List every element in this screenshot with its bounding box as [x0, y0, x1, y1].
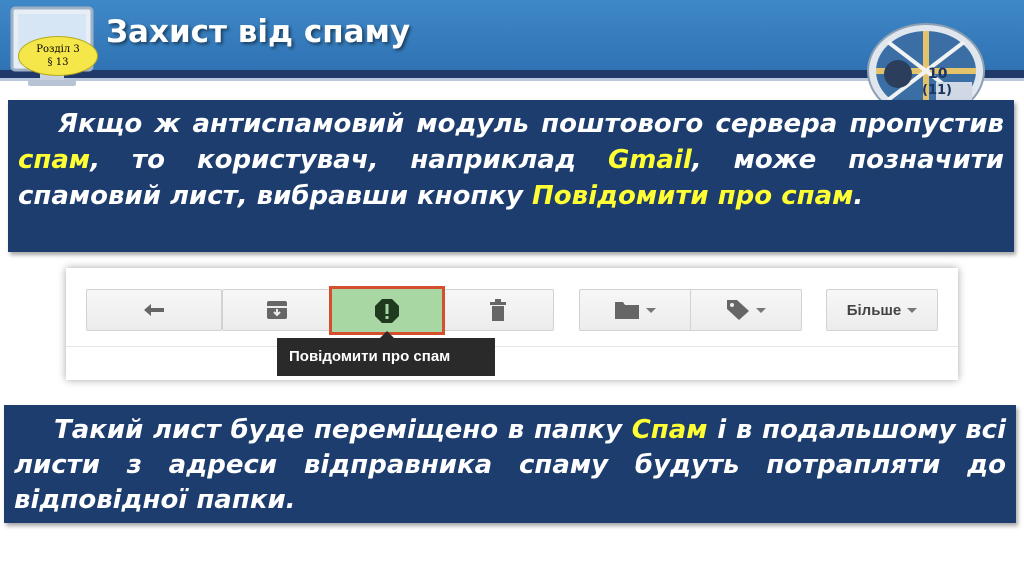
grade-logo-number: 10 [928, 66, 948, 82]
info-panel-bottom: Такий лист буде переміщено в папку Спам … [4, 405, 1016, 523]
more-button-label: Більше [846, 301, 902, 319]
move-to-button[interactable] [579, 289, 691, 331]
reply-arrow-icon [144, 304, 164, 316]
section-badge-paragraph: § 13 [47, 57, 69, 68]
reply-button[interactable] [86, 289, 222, 331]
panel1-text-4: . [853, 181, 864, 211]
section-badge: Розділ 3 § 13 [18, 36, 98, 76]
section-badge-chapter: Розділ 3 [36, 44, 80, 55]
report-spam-icon [375, 298, 399, 323]
more-button[interactable]: Більше [826, 289, 938, 331]
trash-icon [490, 299, 506, 321]
page-title: Захист від спаму [106, 14, 411, 50]
panel1-text-1: Якщо ж антиспамовий модуль поштового сер… [58, 109, 1004, 139]
delete-button[interactable] [442, 289, 554, 331]
archive-icon [267, 301, 287, 319]
toolbar-divider [66, 346, 958, 347]
report-spam-tooltip: Повідомити про спам [277, 338, 495, 376]
panel2-highlight-spam-folder: Спам [631, 415, 708, 445]
report-spam-button[interactable] [329, 286, 445, 335]
chevron-down-icon [907, 307, 918, 313]
panel1-highlight-gmail: Gmail [607, 145, 692, 175]
chevron-down-icon [756, 307, 766, 313]
panel2-text-1: Такий лист буде переміщено в папку [54, 415, 632, 445]
archive-button[interactable] [222, 289, 332, 331]
panel1-highlight-report-button: Повідомити про спам [532, 181, 854, 211]
panel1-text-2: , то користувач, наприклад [90, 145, 608, 175]
label-tag-icon [727, 300, 749, 320]
info-panel-top: Якщо ж антиспамовий модуль поштового сер… [8, 100, 1014, 252]
chevron-down-icon [646, 307, 656, 313]
folder-icon [615, 302, 639, 319]
tooltip-arrow [380, 331, 394, 338]
panel1-highlight-spam: спам [18, 145, 91, 175]
gmail-toolbar-screenshot: Більше Повідомити про спам [66, 268, 958, 380]
grade-logo-number-alt: (11) [922, 83, 952, 98]
labels-button[interactable] [690, 289, 802, 331]
